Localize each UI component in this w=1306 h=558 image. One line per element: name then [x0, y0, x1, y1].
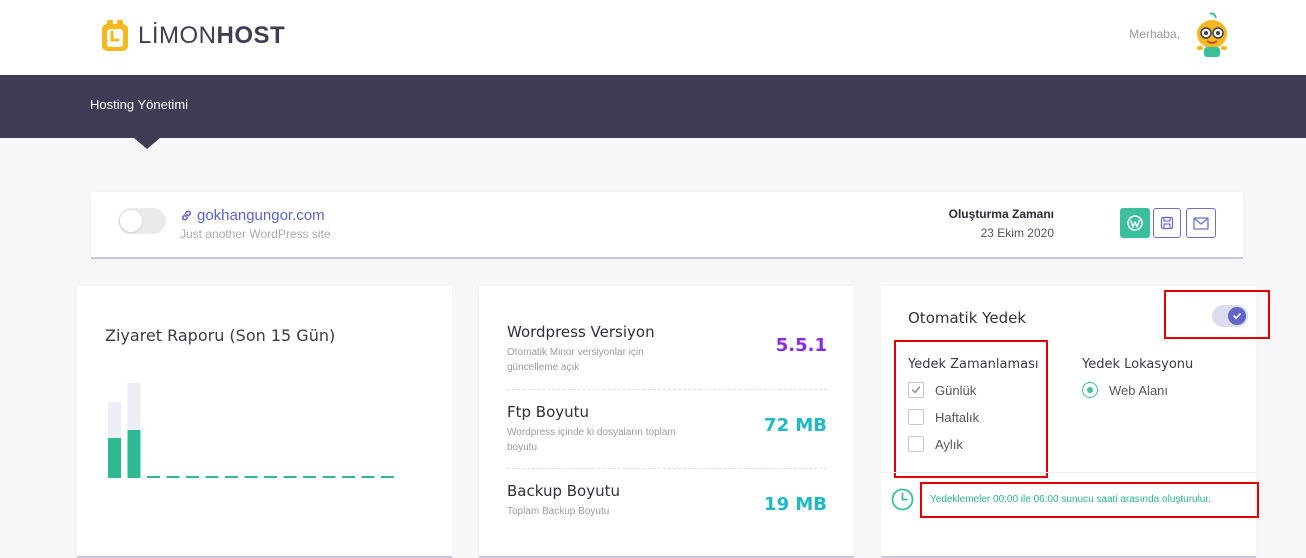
info-row-wp-version: Wordpress Versiyon Otomatik Minor versiy…: [507, 323, 827, 375]
top-header: LİMONHOST Merhaba,: [0, 0, 1306, 75]
info-desc: Toplam Backup Boyutu: [507, 506, 610, 517]
floppy-icon: [1160, 216, 1174, 230]
info-card: Wordpress Versiyon Otomatik Minor versiy…: [479, 286, 854, 558]
backup-separator: [881, 472, 1256, 473]
site-card: gokhangungor.com Just another WordPress …: [91, 192, 1243, 259]
user-avatar-icon[interactable]: [1192, 12, 1232, 60]
highlight-box-schedule: [894, 340, 1048, 478]
nav-active-caret: [134, 138, 160, 149]
lemon-logo-icon: [102, 20, 128, 51]
auto-backup-card: Otomatik Yedek Yedek Zamanlaması Günlük …: [881, 286, 1270, 558]
radio-label: Web Alanı: [1109, 382, 1169, 398]
site-domain: gokhangungor.com: [197, 207, 325, 224]
wordpress-icon: [1127, 215, 1143, 231]
mail-icon: [1193, 216, 1209, 230]
link-icon: [181, 210, 192, 221]
visit-report-card: Ziyaret Raporu (Son 15 Gün): [77, 286, 452, 558]
chart-bar: [108, 438, 121, 478]
info-value: 19 MB: [764, 494, 827, 515]
site-tagline: Just another WordPress site: [180, 227, 331, 241]
chart-bar: [127, 430, 141, 478]
brand-name-part1: LİMON: [138, 22, 217, 49]
location-option-web[interactable]: Web Alanı: [1082, 382, 1168, 398]
info-divider: [507, 468, 827, 469]
radio-button[interactable]: [1082, 382, 1098, 398]
clock-icon: [891, 488, 914, 511]
highlight-box-toggle: [1164, 290, 1270, 339]
info-divider: [507, 389, 827, 390]
info-row-ftp-size: Ftp Boyutu Wordpress içinde ki dosyaları…: [507, 403, 827, 455]
site-toggle[interactable]: [118, 208, 166, 234]
wordpress-button[interactable]: [1120, 208, 1150, 238]
brand-logo[interactable]: LİMONHOST: [100, 18, 285, 54]
main-navbar: Hosting Yönetimi: [0, 75, 1306, 138]
site-link[interactable]: gokhangungor.com: [180, 207, 325, 224]
info-desc: Wordpress içinde ki dosyaların toplam bo…: [507, 427, 676, 453]
created-label: Oluşturma Zamanı: [948, 207, 1054, 221]
info-desc: Otomatik Minor versiyonlar için güncelle…: [507, 347, 644, 373]
location-title: Yedek Lokasyonu: [1082, 357, 1194, 372]
auto-backup-title: Otomatik Yedek: [908, 309, 1027, 327]
greeting-text: Merhaba,: [1129, 27, 1180, 41]
backup-save-button[interactable]: [1153, 208, 1181, 238]
info-row-backup-size: Backup Boyutu Toplam Backup Boyutu 19 MB: [507, 482, 827, 519]
brand-name-part2: HOST: [216, 22, 286, 49]
created-value: 23 Ekim 2020: [980, 226, 1054, 240]
info-value: 72 MB: [764, 415, 827, 436]
nav-item-hosting[interactable]: Hosting Yönetimi: [90, 97, 188, 112]
highlight-box-note: [920, 482, 1259, 518]
info-value: 5.5.1: [775, 335, 827, 356]
visit-chart: [108, 383, 394, 478]
mail-button[interactable]: [1186, 208, 1216, 238]
